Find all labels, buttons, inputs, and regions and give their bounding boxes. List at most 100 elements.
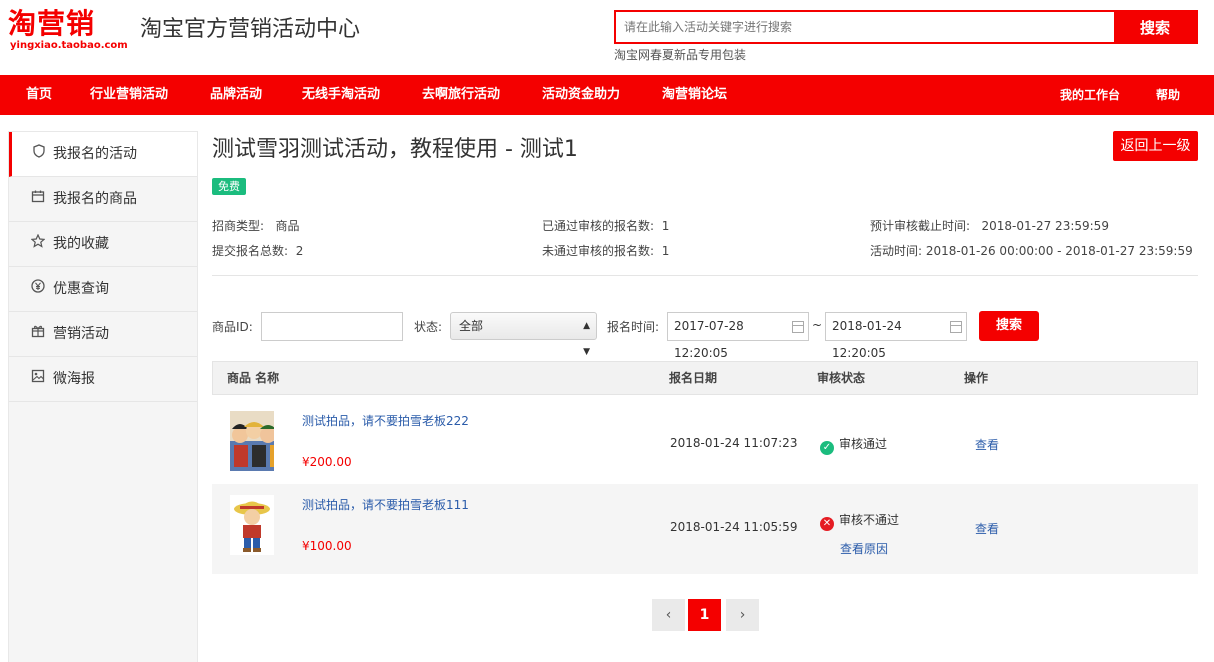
nav-item-workbench[interactable]: 我的工作台 — [1060, 75, 1120, 115]
start-time-input[interactable]: 2017-07-28 12:20:05 — [667, 312, 809, 360]
time-label: 报名时间: — [607, 320, 660, 334]
info-activity-time: 活动时间: 2018-01-26 00:00:00 - 2018-01-27 2… — [870, 242, 1193, 259]
th-date: 报名日期 — [669, 371, 718, 385]
info-value: 2018-01-27 23:59:59 — [981, 219, 1109, 233]
pagination-prev-button[interactable]: ‹ — [652, 599, 685, 631]
calendar-icon[interactable] — [792, 321, 804, 333]
info-label: 预计审核截止时间: — [870, 219, 971, 233]
status-select[interactable]: 全部 ▲ ▼ — [450, 312, 597, 357]
start-time-value: 2017-07-28 12:20:05 — [674, 319, 744, 360]
view-reason-link[interactable]: 查看原因 — [840, 540, 888, 557]
sidebar-item-label: 优惠查询 — [53, 281, 109, 297]
status-text: 审核通过 — [839, 437, 888, 451]
info-value: 1 — [661, 244, 670, 258]
info-label: 活动时间: — [870, 244, 923, 258]
status-label: 状态: — [414, 320, 443, 334]
x-circle-icon: ✕ — [820, 517, 834, 531]
status-approved: ✓ 审核通过 — [820, 435, 887, 455]
calendar-icon[interactable] — [950, 321, 962, 333]
pagination-next-button[interactable]: › — [726, 599, 759, 631]
calendar-icon — [31, 177, 47, 222]
nav-item-funding[interactable]: 活动资金助力 — [542, 75, 620, 115]
nav-item-help[interactable]: 帮助 — [1156, 75, 1180, 115]
logo[interactable]: 淘营销 yingxiao.taobao.com — [8, 8, 133, 52]
nav-item-travel[interactable]: 去啊旅行活动 — [422, 75, 500, 115]
main-nav: 首页 行业营销活动 品牌活动 无线手淘活动 去啊旅行活动 活动资金助力 淘营销论… — [0, 75, 1214, 115]
info-type: 招商类型: 商品 — [212, 217, 300, 234]
logo-domain: yingxiao.taobao.com — [10, 40, 128, 51]
header: 淘营销 yingxiao.taobao.com 淘宝官方营销活动中心 搜索 淘宝… — [0, 0, 1214, 75]
search-box: 搜索 — [614, 10, 1198, 44]
product-id-label: 商品ID: — [212, 320, 253, 334]
site-title: 淘宝官方营销活动中心 — [140, 17, 361, 42]
search-hint-link[interactable]: 淘宝网春夏新品专用包装 — [614, 46, 746, 63]
product-price: ¥200.00 — [302, 455, 352, 469]
range-separator: ~ — [812, 318, 823, 332]
nav-item-industry[interactable]: 行业营销活动 — [90, 75, 168, 115]
sidebar-item-label: 我报名的商品 — [53, 191, 137, 207]
info-value: 商品 — [275, 219, 300, 233]
sidebar-item-favorites[interactable]: 我的收藏 — [9, 222, 197, 267]
sidebar-item-poster[interactable]: 微海报 — [9, 357, 197, 402]
image-icon — [31, 357, 47, 402]
sidebar-item-marketing[interactable]: 营销活动 — [9, 312, 197, 357]
info-value: 1 — [661, 219, 670, 233]
info-deadline: 预计审核截止时间: 2018-01-27 23:59:59 — [870, 217, 1109, 234]
sidebar-item-label: 微海报 — [53, 371, 95, 387]
nav-item-forum[interactable]: 淘营销论坛 — [662, 75, 727, 115]
divider — [212, 275, 1198, 276]
yuan-icon — [31, 267, 47, 312]
th-status: 审核状态 — [817, 371, 866, 385]
product-name-link[interactable]: 测试拍品，请不要拍雪老板222 — [302, 412, 469, 429]
sidebar-item-discount-query[interactable]: 优惠查询 — [9, 267, 197, 312]
status-rejected: ✕ 审核不通过 — [820, 511, 899, 531]
end-time-input[interactable]: 2018-01-24 12:20:05 — [825, 312, 967, 360]
filter-search-button[interactable]: 搜索 — [979, 311, 1039, 341]
th-action: 操作 — [964, 371, 989, 385]
info-failed: 未通过审核的报名数: 1 — [542, 242, 669, 259]
table-header: 商品 名称 报名日期 审核状态 操作 — [212, 361, 1198, 395]
sidebar-item-label: 我报名的活动 — [53, 146, 137, 162]
table-row: 测试拍品，请不要拍雪老板111 ¥100.00 2018-01-24 11:05… — [212, 484, 1198, 574]
status-text: 审核不通过 — [839, 513, 900, 527]
nav-item-mobile[interactable]: 无线手淘活动 — [302, 75, 380, 115]
view-link[interactable]: 查看 — [975, 436, 999, 453]
signup-date: 2018-01-24 11:07:23 — [670, 436, 798, 450]
search-input[interactable] — [616, 12, 1114, 42]
gift-icon — [31, 312, 47, 357]
info-value: 2 — [295, 244, 304, 258]
sidebar-item-label: 我的收藏 — [53, 236, 109, 252]
logo-text: 淘营销 — [8, 7, 96, 40]
sidebar-item-label: 营销活动 — [53, 326, 109, 342]
info-total: 提交报名总数: 2 — [212, 242, 303, 259]
sidebar: 我报名的活动 我报名的商品 我的收藏 优惠查询 营销活动 微海报 — [8, 131, 198, 662]
badge-icon — [32, 132, 48, 177]
pagination-current-page[interactable]: 1 — [688, 599, 721, 631]
updown-arrow-icon: ▲ ▼ — [583, 321, 590, 357]
product-name-link[interactable]: 测试拍品，请不要拍雪老板111 — [302, 496, 469, 513]
info-passed: 已通过审核的报名数: 1 — [542, 217, 669, 234]
search-button[interactable]: 搜索 — [1114, 12, 1196, 42]
info-label: 招商类型: — [212, 219, 265, 233]
free-badge: 免费 — [212, 178, 246, 195]
view-link[interactable]: 查看 — [975, 520, 999, 537]
check-circle-icon: ✓ — [820, 441, 834, 455]
back-button[interactable]: 返回上一级 — [1113, 131, 1198, 161]
product-id-input[interactable] — [261, 312, 403, 341]
info-label: 未通过审核的报名数: — [542, 244, 655, 258]
nav-item-brand[interactable]: 品牌活动 — [210, 75, 262, 115]
sidebar-item-my-activities[interactable]: 我报名的活动 — [9, 132, 197, 177]
product-thumbnail[interactable] — [230, 495, 274, 555]
info-label: 已通过审核的报名数: — [542, 219, 655, 233]
page-title: 测试雪羽测试活动，教程使用 - 测试1 — [212, 137, 578, 162]
th-product: 商品 名称 — [227, 371, 280, 385]
info-value: 2018-01-26 00:00:00 - 2018-01-27 23:59:5… — [925, 244, 1193, 258]
sidebar-item-my-products[interactable]: 我报名的商品 — [9, 177, 197, 222]
product-thumbnail[interactable] — [230, 411, 274, 471]
end-time-value: 2018-01-24 12:20:05 — [832, 319, 902, 360]
nav-item-home[interactable]: 首页 — [26, 75, 52, 115]
star-icon — [30, 222, 47, 267]
table-row: 测试拍品，请不要拍雪老板222 ¥200.00 2018-01-24 11:07… — [212, 400, 1198, 490]
info-label: 提交报名总数: — [212, 244, 289, 258]
product-price: ¥100.00 — [302, 539, 352, 553]
